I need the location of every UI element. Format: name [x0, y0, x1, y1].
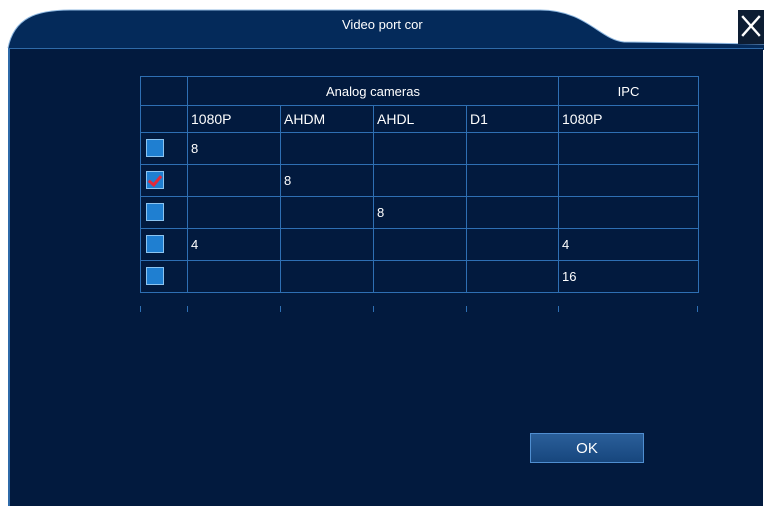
table-cell	[558, 132, 699, 165]
table-cell	[558, 164, 699, 197]
group-header-row: Analog cameras IPC	[140, 76, 699, 106]
table-row: 8	[140, 132, 699, 165]
table-cell	[187, 164, 281, 197]
table-cell	[373, 228, 467, 261]
table-bottom-edge	[140, 306, 698, 312]
column-header: 1080P	[558, 105, 699, 133]
row-select-cell	[140, 196, 188, 229]
row-checkbox[interactable]	[146, 267, 164, 285]
table-cell	[280, 228, 374, 261]
column-header: 1080P	[187, 105, 281, 133]
table-cell	[466, 196, 559, 229]
row-select-cell	[140, 132, 188, 165]
corner-cell	[140, 105, 188, 133]
corner-cell	[140, 76, 188, 106]
table-cell: 8	[187, 132, 281, 165]
table-cell: 16	[558, 260, 699, 293]
table-cell: 8	[373, 196, 467, 229]
table-row: 8	[140, 164, 699, 197]
column-header: AHDL	[373, 105, 467, 133]
row-select-cell	[140, 228, 188, 261]
column-header: AHDM	[280, 105, 374, 133]
table-cell	[280, 132, 374, 165]
table-cell: 4	[558, 228, 699, 261]
video-port-config-window: Video port cor Analog cameras IPC 1080P …	[0, 0, 764, 510]
table-cell	[280, 260, 374, 293]
table-row: 8	[140, 196, 699, 229]
table-cell	[187, 260, 281, 293]
table-cell	[466, 260, 559, 293]
table-cell	[466, 228, 559, 261]
table-cell	[373, 260, 467, 293]
row-select-cell	[140, 164, 188, 197]
column-header-row: 1080P AHDM AHDL D1 1080P	[140, 105, 699, 133]
row-checkbox[interactable]	[146, 203, 164, 221]
table-row: 16	[140, 260, 699, 293]
table-cell	[187, 196, 281, 229]
table-cell	[558, 196, 699, 229]
row-checkbox[interactable]	[146, 171, 164, 189]
close-button[interactable]	[740, 14, 762, 38]
row-checkbox[interactable]	[146, 139, 164, 157]
table-cell: 4	[187, 228, 281, 261]
table-cell	[373, 164, 467, 197]
table-cell	[466, 164, 559, 197]
ipc-header: IPC	[558, 76, 699, 106]
table-row: 4 4	[140, 228, 699, 261]
column-header: D1	[466, 105, 559, 133]
window-title: Video port cor	[342, 17, 423, 32]
video-port-table: Analog cameras IPC 1080P AHDM AHDL D1 10…	[140, 76, 699, 293]
table-cell	[373, 132, 467, 165]
ok-button[interactable]: OK	[530, 433, 644, 463]
table-cell: 8	[280, 164, 374, 197]
table-cell	[466, 132, 559, 165]
close-icon	[741, 15, 761, 37]
row-checkbox[interactable]	[146, 235, 164, 253]
analog-cameras-header: Analog cameras	[187, 76, 559, 106]
row-select-cell	[140, 260, 188, 293]
table-cell	[280, 196, 374, 229]
